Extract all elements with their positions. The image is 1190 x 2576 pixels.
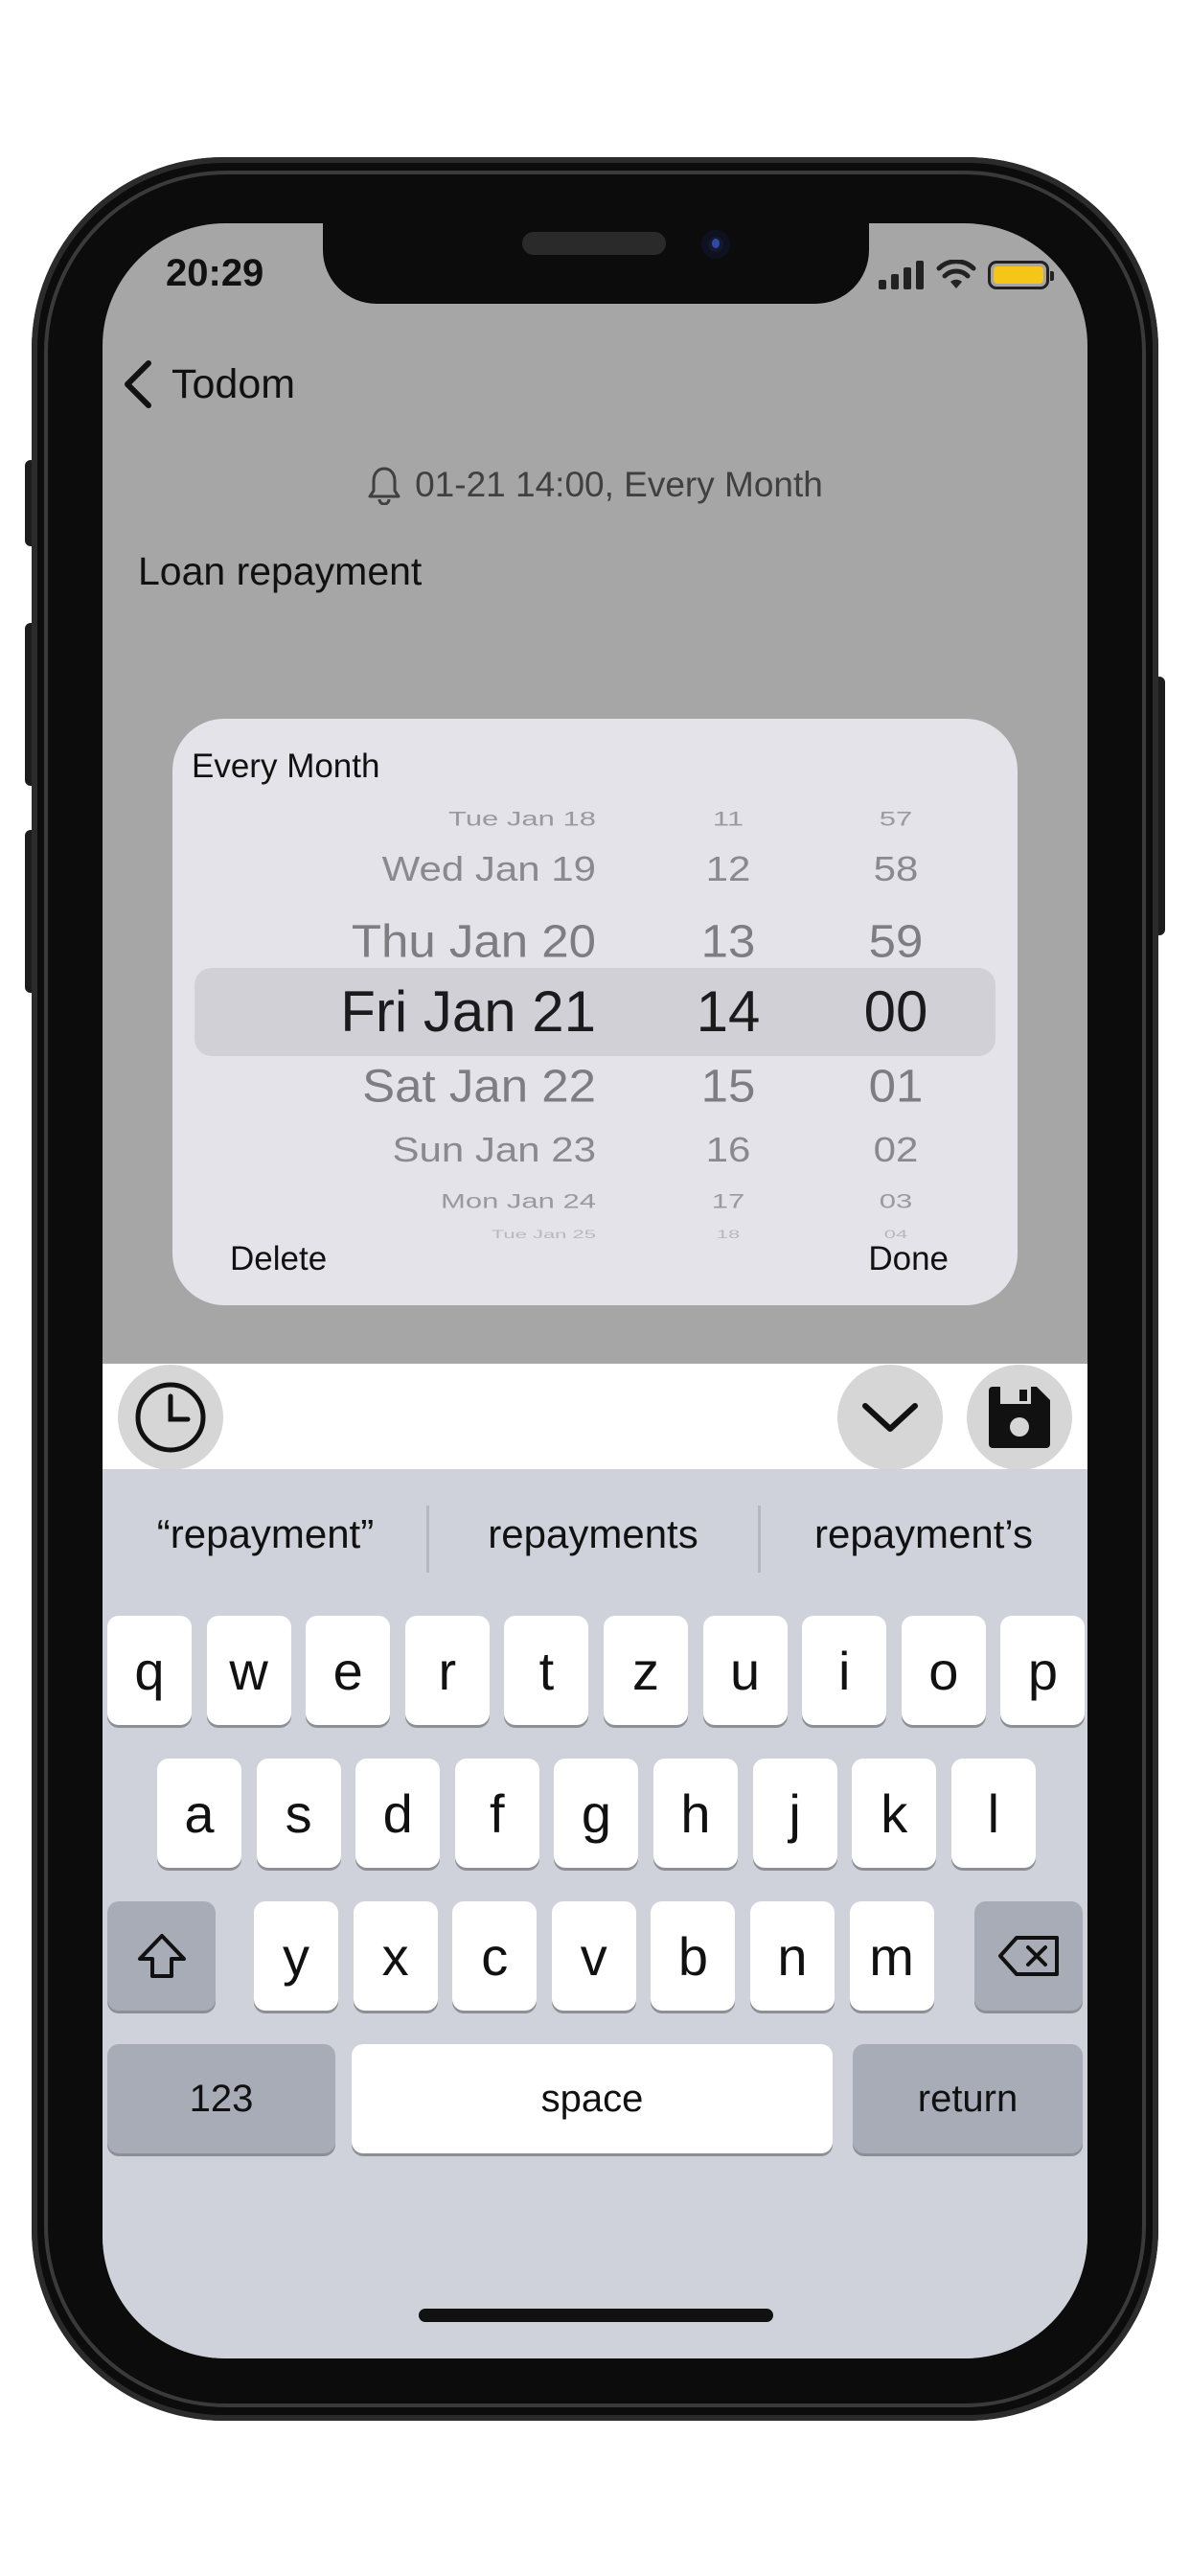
date-option[interactable]: Sat Jan 22	[362, 1063, 596, 1109]
hour-option[interactable]: 17	[680, 1190, 776, 1211]
letter-key[interactable]: d	[355, 1759, 441, 1868]
input-accessory-toolbar	[103, 1364, 1087, 1470]
datetime-wheel[interactable]: Mon Jan 17 10 56 Tue Jan 18 11 57 Wed Jan 19 12…	[172, 788, 1018, 1246]
letter-key[interactable]: t	[504, 1616, 589, 1725]
backspace-key[interactable]	[974, 1901, 1083, 2011]
hour-option[interactable]: 16	[680, 1133, 776, 1167]
front-camera	[701, 230, 730, 259]
reminder-text: 01-21 14:00, Every Month	[415, 465, 823, 504]
return-key[interactable]: return	[853, 2044, 1083, 2153]
reminder-summary[interactable]: 01-21 14:00, Every Month	[103, 465, 1087, 505]
letter-key[interactable]: x	[353, 1901, 438, 2011]
hour-option[interactable]: 10	[680, 788, 776, 790]
minute-option[interactable]: 00	[834, 983, 958, 1041]
status-icons	[879, 260, 1054, 290]
screen: 20:29 Todom 01-21 14:00, Every Month Loa…	[103, 223, 1087, 2358]
shift-key[interactable]	[107, 1901, 216, 2011]
space-key[interactable]: space	[352, 2044, 833, 2153]
hour-option[interactable]: 11	[680, 808, 776, 829]
letter-key[interactable]: b	[651, 1901, 736, 2011]
letter-key[interactable]: v	[551, 1901, 636, 2011]
date-option[interactable]: Mon Jan 24	[441, 1190, 596, 1211]
date-option[interactable]: Mon Jan 17	[486, 788, 596, 790]
clock-icon	[135, 1382, 206, 1453]
hour-option[interactable]: 18	[680, 1229, 776, 1240]
letter-key[interactable]: s	[256, 1759, 341, 1868]
save-button[interactable]	[967, 1365, 1072, 1470]
numbers-key[interactable]: 123	[107, 2044, 335, 2153]
letter-key[interactable]: e	[306, 1616, 391, 1725]
minute-option[interactable]: 57	[834, 808, 958, 829]
minute-option[interactable]: 03	[834, 1190, 958, 1211]
chevron-down-icon	[862, 1403, 918, 1432]
hour-option[interactable]: 14	[680, 983, 776, 1041]
date-option[interactable]: Sun Jan 23	[392, 1133, 596, 1167]
minute-option[interactable]: 59	[834, 918, 958, 964]
clock-button[interactable]	[118, 1365, 223, 1470]
cellular-signal-icon	[879, 261, 924, 289]
letter-key[interactable]: f	[454, 1759, 539, 1868]
done-button[interactable]: Done	[868, 1240, 949, 1278]
letter-key[interactable]: i	[802, 1616, 887, 1725]
suggestion-2[interactable]: repayments	[428, 1511, 758, 1557]
letter-key[interactable]: q	[107, 1616, 192, 1725]
letter-key[interactable]: g	[554, 1759, 639, 1868]
delete-button[interactable]: Delete	[230, 1240, 327, 1278]
suggestion-1[interactable]: “repayment”	[103, 1511, 428, 1557]
collapse-keyboard-button[interactable]	[837, 1365, 943, 1470]
minute-option[interactable]: 04	[834, 1229, 958, 1240]
back-button[interactable]: Todom	[120, 357, 295, 411]
letter-key[interactable]: j	[752, 1759, 837, 1868]
keyboard: “repayment” repayments repayment’s 123 s…	[103, 1469, 1087, 2358]
hour-option[interactable]: 15	[680, 1063, 776, 1109]
date-option[interactable]: Tue Jan 25	[492, 1229, 596, 1240]
earpiece-speaker	[522, 232, 666, 255]
hour-option[interactable]: 13	[680, 918, 776, 964]
chevron-left-icon	[125, 360, 151, 408]
suggestion-bar: “repayment” repayments repayment’s	[103, 1469, 1087, 1603]
battery-level	[994, 266, 1043, 284]
picker-title[interactable]: Every Month	[192, 748, 379, 786]
letter-key[interactable]: z	[604, 1616, 688, 1725]
minute-option[interactable]: 02	[834, 1133, 958, 1167]
battery-icon	[988, 261, 1054, 289]
letter-key[interactable]: m	[849, 1901, 934, 2011]
floppy-disk-icon	[989, 1387, 1050, 1448]
letter-key[interactable]: r	[404, 1616, 490, 1725]
nav-title: Todom	[172, 360, 296, 407]
date-option[interactable]: Wed Jan 19	[382, 852, 596, 886]
letter-key[interactable]: k	[852, 1759, 937, 1868]
letter-key[interactable]: h	[653, 1759, 738, 1868]
letter-key[interactable]: n	[750, 1901, 835, 2011]
bell-icon	[368, 467, 400, 505]
status-time: 20:29	[166, 252, 264, 294]
minute-option[interactable]: 56	[834, 788, 958, 790]
hour-option[interactable]: 12	[680, 852, 776, 886]
wifi-icon	[936, 260, 976, 288]
letter-key[interactable]: c	[452, 1901, 538, 2011]
letter-key[interactable]: y	[254, 1901, 338, 2011]
shift-icon	[137, 1934, 186, 1978]
minute-option[interactable]: 01	[834, 1063, 958, 1109]
letter-key[interactable]: p	[1000, 1616, 1086, 1725]
suggestion-3[interactable]: repayment’s	[760, 1511, 1087, 1557]
date-option[interactable]: Fri Jan 21	[340, 983, 596, 1041]
datetime-picker-dialog: Every Month Mon Jan 17 10 56 Tue Jan 18 11 57…	[172, 719, 1018, 1305]
backspace-icon	[997, 1936, 1059, 1976]
date-option[interactable]: Tue Jan 18	[448, 808, 596, 829]
letter-key[interactable]: l	[950, 1759, 1036, 1868]
task-text-input[interactable]: Loan repayment	[138, 549, 422, 594]
letter-key[interactable]: o	[901, 1616, 986, 1725]
letter-key[interactable]: a	[157, 1759, 241, 1868]
letter-key[interactable]: w	[206, 1616, 291, 1725]
letter-key[interactable]: u	[702, 1616, 788, 1725]
home-indicator[interactable]	[419, 2309, 773, 2322]
minute-option[interactable]: 58	[834, 852, 958, 886]
date-option[interactable]: Thu Jan 20	[352, 918, 596, 964]
